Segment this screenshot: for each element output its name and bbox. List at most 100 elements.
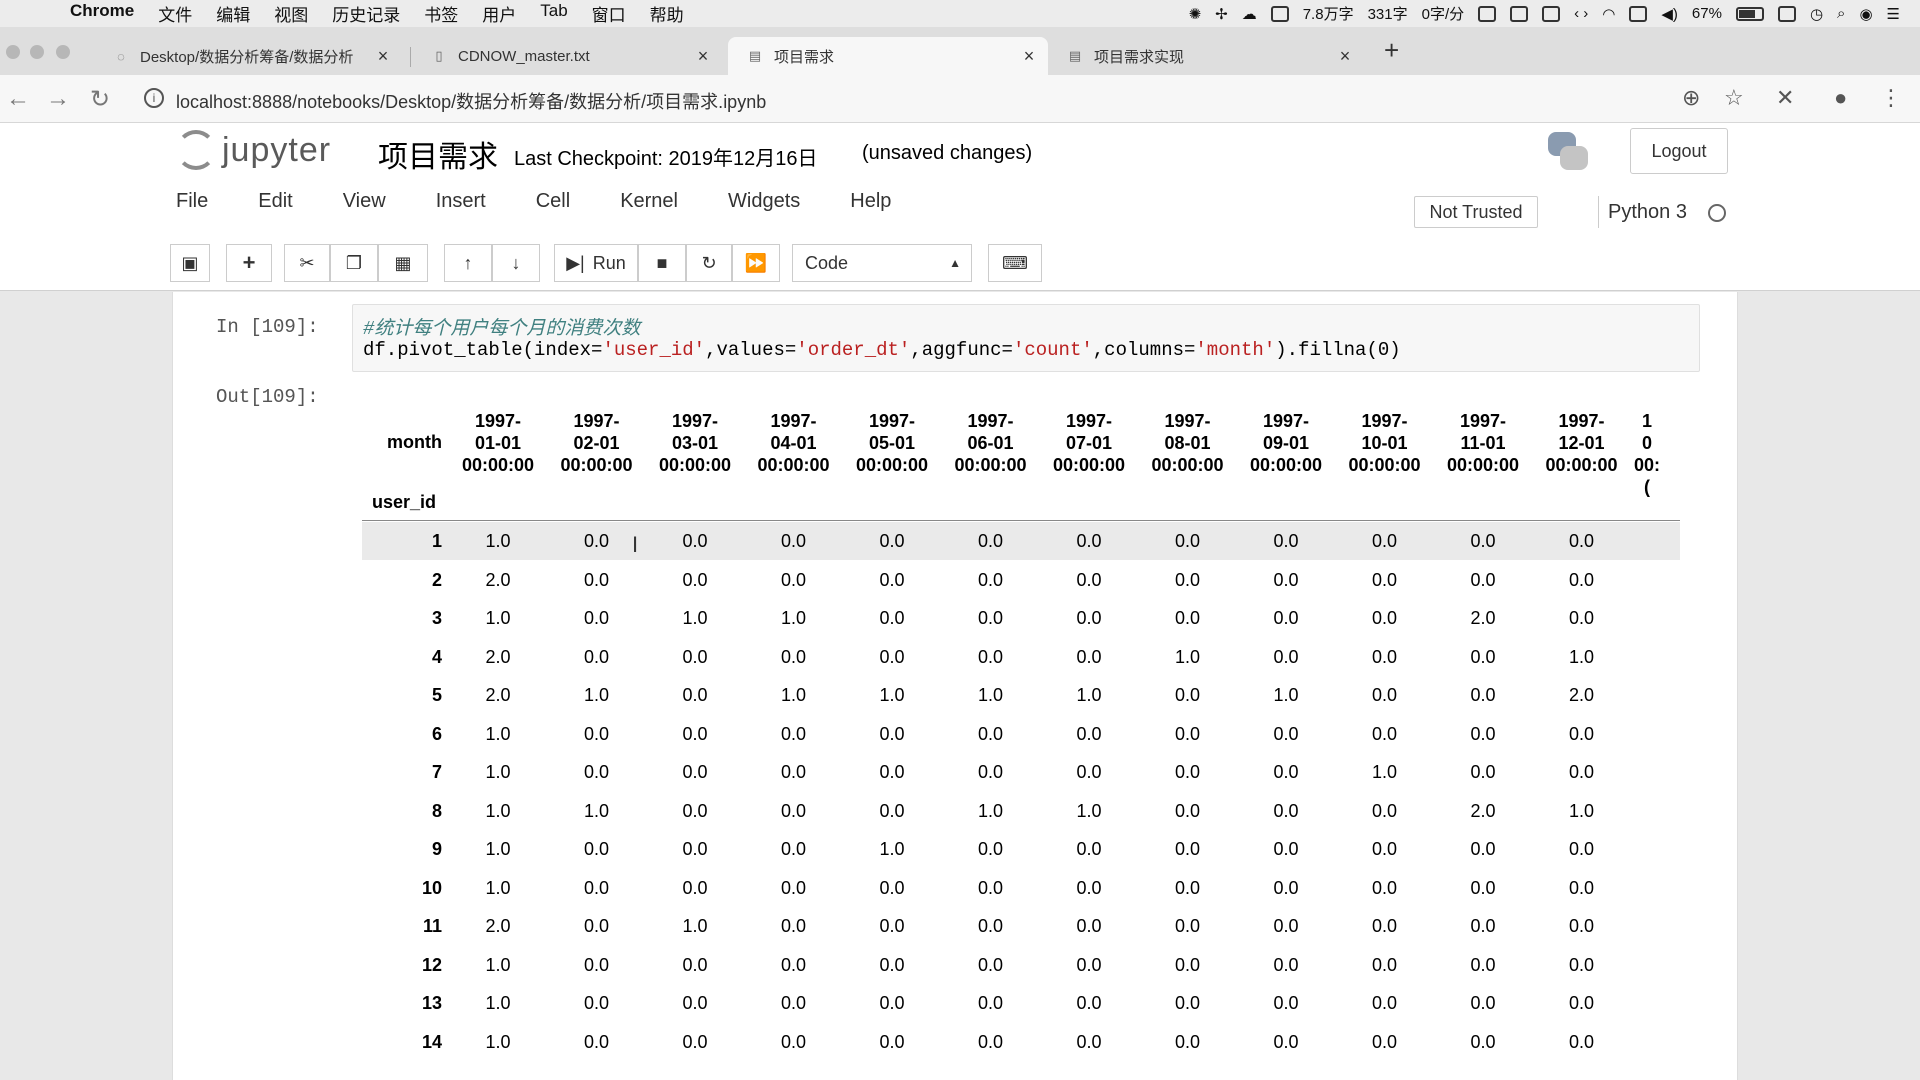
close-icon[interactable]: ×: [1018, 46, 1040, 67]
notification-icon[interactable]: ☰: [1887, 5, 1900, 23]
move-up-button[interactable]: ↑: [444, 244, 492, 282]
menu-help[interactable]: Help: [850, 190, 891, 213]
table-cell: 0.0: [879, 646, 905, 667]
minimize-window-icon[interactable]: [30, 45, 44, 59]
siri-icon[interactable]: ◉: [1859, 5, 1872, 23]
table-row: 2 2.0 0.0 0.0 0.0 0.0 0.0 0.0 0.0 0.0 0.0 0.0 0.0: [362, 561, 1680, 599]
extension-icon[interactable]: ✕: [1776, 85, 1794, 111]
not-trusted-button[interactable]: Not Trusted: [1414, 196, 1538, 228]
table-cell: 1.0: [583, 800, 610, 821]
table-cell: 0.0: [1273, 993, 1299, 1013]
menu-item[interactable]: 视图: [274, 1, 308, 26]
table-cell: 0.0: [1076, 954, 1102, 975]
close-icon[interactable]: ×: [372, 46, 394, 67]
menu-insert[interactable]: Insert: [436, 190, 486, 213]
search-icon[interactable]: ⌕: [1837, 5, 1845, 22]
chevrons-icon[interactable]: ‹ ›: [1574, 5, 1588, 22]
table-cell: 1.0: [1568, 800, 1595, 821]
char-count: 331字: [1367, 6, 1408, 23]
tab-project-implementation[interactable]: ▤ 项目需求实现 ×: [1048, 37, 1364, 75]
table-cell: 1.0: [1076, 800, 1102, 821]
url-field[interactable]: localhost:8888/notebooks/Desktop/数据分析筹备/…: [176, 88, 766, 114]
interrupt-button[interactable]: ■: [638, 244, 686, 282]
input-method-icon[interactable]: [1542, 5, 1561, 22]
cell-type-select[interactable]: Code ▲: [792, 244, 972, 282]
menu-widgets[interactable]: Widgets: [728, 190, 800, 213]
run-button[interactable]: ▶| Run: [554, 244, 638, 282]
menu-item[interactable]: 编辑: [216, 1, 250, 26]
airplay-icon[interactable]: [1629, 5, 1648, 22]
columns-label: month: [387, 432, 442, 452]
code-cell-editor[interactable]: #统计每个用户每个月的消费次数 df.pivot_table(index='us…: [352, 304, 1700, 372]
plus-icon[interactable]: ✢: [1215, 5, 1228, 23]
cloud-icon[interactable]: ☁: [1242, 5, 1257, 23]
back-icon[interactable]: ←: [6, 85, 30, 113]
move-down-button[interactable]: ↓: [492, 244, 540, 282]
tab-project-requirements[interactable]: ▤ 项目需求 ×: [728, 37, 1048, 75]
table-cell: 0.0: [1273, 916, 1299, 936]
row-index: 6: [431, 723, 442, 744]
code-token: ,columns=: [1092, 339, 1196, 361]
command-palette-button[interactable]: ⌨: [988, 244, 1042, 282]
volume-icon[interactable]: ◀): [1661, 5, 1678, 23]
menu-app[interactable]: Chrome: [70, 1, 134, 26]
table-row: 11 2.0 0.0 1.0 0.0 0.0 0.0 0.0 0.0 0.0 0.0 0.0 0.0: [362, 907, 1680, 945]
table-cell: 1.0: [977, 685, 1004, 705]
table-cell: 0.0: [879, 608, 905, 628]
more-menu-icon[interactable]: ⋮: [1880, 85, 1902, 111]
restart-button[interactable]: ↻: [686, 244, 732, 282]
info-icon[interactable]: i: [144, 88, 164, 108]
reload-icon[interactable]: ↻: [90, 85, 110, 114]
new-tab-button[interactable]: +: [1384, 35, 1399, 66]
column-header: 1997- 07-01 00:00:00: [1041, 410, 1137, 476]
screen-icon[interactable]: [1270, 5, 1289, 22]
jupyter-logo[interactable]: jupyter: [176, 130, 331, 170]
menu-item[interactable]: 窗口: [592, 1, 626, 26]
run-all-button[interactable]: ⏩: [732, 244, 780, 282]
bookmark-star-icon[interactable]: ☆: [1724, 85, 1744, 111]
app-icon[interactable]: [1478, 5, 1497, 22]
table-cell: 0.0: [1371, 608, 1398, 628]
table-cell: 0.0: [1076, 916, 1102, 936]
kernel-name[interactable]: Python 3: [1608, 201, 1687, 224]
sync-icon[interactable]: [1777, 5, 1796, 22]
save-button[interactable]: ▣: [170, 244, 210, 282]
paste-button[interactable]: ▦: [378, 244, 428, 282]
forward-icon[interactable]: →: [46, 85, 70, 113]
clock-icon[interactable]: ◷: [1810, 5, 1823, 23]
close-window-icon[interactable]: [6, 45, 20, 59]
copy-button[interactable]: ❐: [330, 244, 378, 282]
cut-button[interactable]: ✂: [284, 244, 330, 282]
table-cell: 0.0: [977, 916, 1004, 936]
menu-view[interactable]: View: [343, 190, 386, 213]
mic-icon[interactable]: [1510, 5, 1529, 22]
insert-cell-button[interactable]: +: [226, 244, 272, 282]
menu-item[interactable]: 历史记录: [332, 1, 400, 26]
wifi-icon[interactable]: ◠: [1602, 5, 1615, 23]
profile-icon[interactable]: ●: [1834, 85, 1847, 111]
menu-item[interactable]: Tab: [540, 1, 567, 26]
tab-cdnow[interactable]: ▯ CDNOW_master.txt ×: [412, 37, 722, 75]
close-icon[interactable]: ×: [1334, 46, 1356, 67]
close-icon[interactable]: ×: [692, 46, 714, 67]
table-cell: 0.0: [879, 916, 905, 936]
menu-kernel[interactable]: Kernel: [620, 190, 678, 213]
menu-edit[interactable]: Edit: [258, 190, 292, 213]
menu-cell[interactable]: Cell: [536, 190, 570, 213]
zoom-icon[interactable]: ⊕: [1682, 85, 1700, 111]
menu-item[interactable]: 文件: [158, 1, 192, 26]
bug-icon[interactable]: ✺: [1189, 5, 1202, 23]
column-header-line: 1997-: [770, 411, 817, 431]
logout-button[interactable]: Logout: [1630, 128, 1728, 174]
column-header: 1997- 01-01 00:00:00: [450, 410, 546, 476]
zoom-window-icon[interactable]: [56, 45, 70, 59]
menu-item[interactable]: 用户: [482, 1, 516, 26]
menu-file[interactable]: File: [176, 190, 208, 213]
battery-icon[interactable]: [1735, 6, 1764, 21]
notebook-name[interactable]: 项目需求: [378, 132, 498, 176]
tab-desktop[interactable]: ◌ Desktop/数据分析筹备/数据分析 ×: [94, 37, 402, 75]
table-cell: 1.0: [780, 608, 807, 628]
menu-item[interactable]: 书签: [424, 1, 458, 26]
table-cell: 0.0: [1470, 569, 1496, 590]
menu-item[interactable]: 帮助: [650, 1, 684, 26]
